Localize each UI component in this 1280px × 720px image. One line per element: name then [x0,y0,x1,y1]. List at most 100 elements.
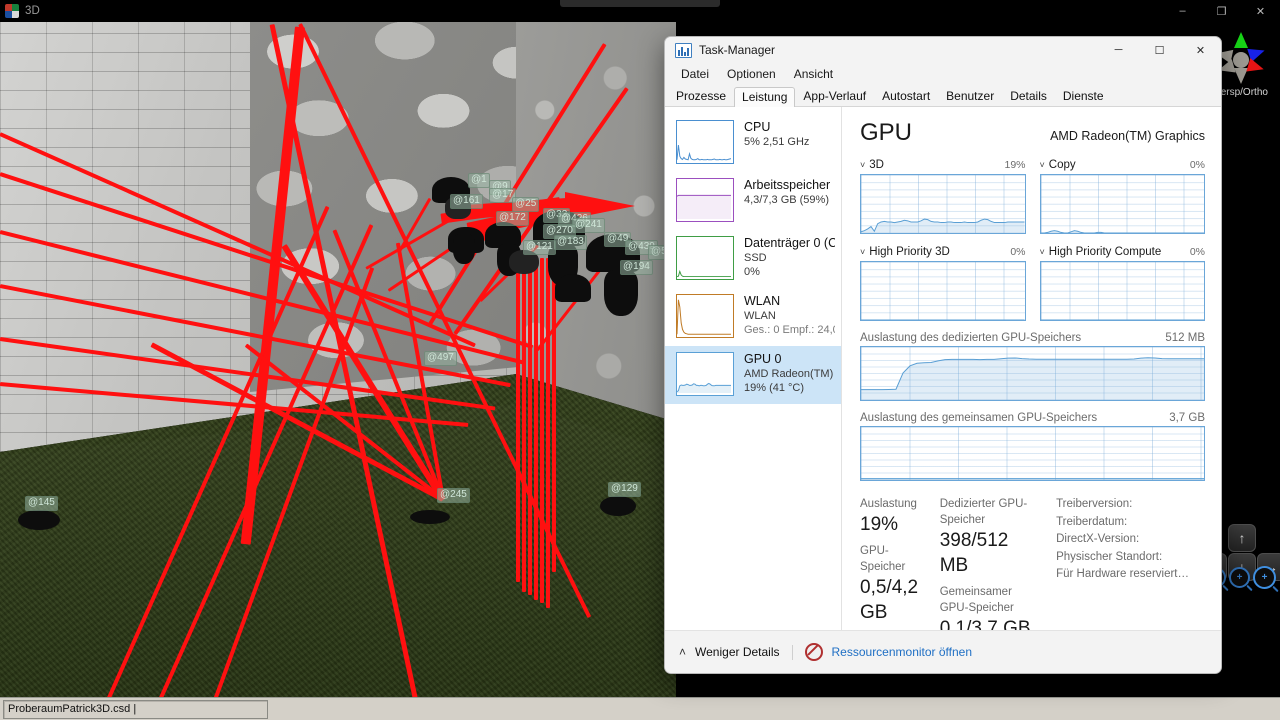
chevron-down-icon[interactable]: ˅ [860,160,865,170]
task-manager-titlebar[interactable]: Task-Manager ─ ☐ ✕ [665,37,1221,63]
engine-value: 0% [1010,246,1026,258]
tab-prozesse[interactable]: Prozesse [668,86,734,106]
scene-object-label: @172 [496,211,529,226]
task-manager-title: Task-Manager [699,43,776,57]
axis-gizmo-icon[interactable] [1214,30,1267,86]
sidebar-item-sublabel: 0% [744,266,760,278]
dedicated-memory-section: Auslastung des dedizierten GPU-Speichers… [860,332,1205,401]
engine-graph-high-priority-3d [860,261,1026,321]
dedicated-memory-graph [860,346,1205,401]
app-3d-minimize-button[interactable]: – [1163,0,1202,22]
task-manager-body: CPU 5% 2,51 GHz Arbeitsspeicher 4,3/7,3 GB … [665,107,1221,632]
sidebar-item-label: GPU 0 [744,352,782,366]
task-manager-menubar[interactable]: Datei Optionen Ansicht [665,63,1221,85]
task-manager-maximize-button[interactable]: ☐ [1139,37,1180,63]
sidebar-thumbnail-graph [676,352,734,396]
open-resource-monitor-link[interactable]: Ressourcenmonitor öffnen [832,645,973,659]
task-manager-minimize-button[interactable]: ─ [1098,37,1139,63]
engine-value: 19% [1004,159,1026,171]
tab-details[interactable]: Details [1002,86,1055,106]
engine-graph-high-priority-compute [1039,261,1205,321]
laser-ray [528,260,532,595]
tab-benutzer[interactable]: Benutzer [938,86,1002,106]
scene-object[interactable] [604,270,638,316]
engine-cell-high-priority-3d[interactable]: ˅ High Priority 3D 0% [860,246,1026,321]
sidebar-item-text: WLAN WLAN Ges.: 0 Empf.: 24,0 KBit/ [744,294,835,337]
task-manager-close-button[interactable]: ✕ [1180,37,1221,63]
sidebar-thumbnail-graph [676,294,734,338]
engine-graph-3d [860,174,1026,234]
engine-graph-copy [1039,174,1205,234]
scene-object-label: @129 [608,482,641,497]
stat-value: 398/512 MB [939,530,1009,576]
gpu-stats: Auslastung 19% GPU-Speicher 0,5/4,2 GB D… [860,496,1205,632]
stats-column-2: Dedizierter GPU-Speicher 398/512 MB Geme… [940,496,1056,632]
scene-object[interactable] [410,510,450,524]
scene-object-label: @194 [620,260,653,275]
stat-label: Auslastung [860,498,917,510]
tab-leistung[interactable]: Leistung [734,87,796,107]
shared-memory-graph [860,426,1205,481]
app-3d-title: 3D [25,5,40,17]
scene-object-label: @245 [437,488,470,503]
zoom-fit-button[interactable]: + [1253,565,1276,589]
engine-label: High Priority Compute [1048,246,1162,258]
scene-object[interactable] [555,274,591,302]
sidebar-item-sublabel: 4,3/7,3 GB (59%) [744,194,829,206]
performance-sidebar[interactable]: CPU 5% 2,51 GHz Arbeitsspeicher 4,3/7,3 GB … [665,107,842,632]
sidebar-item-arbeitsspeicher[interactable]: Arbeitsspeicher 4,3/7,3 GB (59%) [665,172,841,230]
statusbar-file-field: ProberaumPatrick3D.csd | [3,699,268,719]
app-3d-maximize-button[interactable]: ❐ [1202,0,1241,22]
gpu-info-label: Treiberversion: [1056,498,1133,510]
engine-label: High Priority 3D [869,246,950,258]
sidebar-item-text: CPU 5% 2,51 GHz [744,120,809,149]
scene-object-label: @161 [450,194,483,209]
stat-label: Gemeinsamer GPU-Speicher [939,586,1014,614]
tab-autostart[interactable]: Autostart [874,86,938,106]
chevron-up-icon[interactable]: ˄ [679,645,686,659]
task-manager-footer[interactable]: ˄ Weniger Details Ressourcenmonitor öffn… [665,630,1221,673]
sidebar-item-gpu-0[interactable]: GPU 0 AMD Radeon(TM) Gr… 19% (41 °C) [665,346,841,404]
laser-ray [546,258,550,608]
sidebar-item-sublabel: WLAN [744,310,776,322]
scene-object-label: @121 [523,240,556,255]
engine-label: Copy [1048,159,1076,171]
sidebar-item-datentr-ger-0-c-[interactable]: Datenträger 0 (C:) SSD 0% [665,230,841,288]
stats-column-1: Auslastung 19% GPU-Speicher 0,5/4,2 GB [860,496,940,632]
tab-dienste[interactable]: Dienste [1055,86,1112,106]
scene-object[interactable] [600,496,636,516]
sidebar-item-wlan[interactable]: WLAN WLAN Ges.: 0 Empf.: 24,0 KBit/ [665,288,841,346]
chevron-down-icon[interactable]: ˅ [1040,247,1045,257]
task-manager-tabs[interactable]: Prozesse Leistung App-Verlauf Autostart Benu… [665,85,1221,107]
tab-app-verlauf[interactable]: App-Verlauf [795,86,874,106]
menu-item-ansicht[interactable]: Ansicht [786,65,841,83]
gpu-info-label: Für Hardware reserviert… [1056,568,1189,580]
laser-ray [540,258,544,603]
engine-cell-3d[interactable]: ˅ 3D 19% [860,159,1026,234]
scene-object[interactable] [453,234,475,264]
zoom-in-button[interactable]: + [1229,566,1250,588]
gpu-header: GPU AMD Radeon(TM) Graphics [860,119,1205,147]
laser-ray [522,262,526,592]
chevron-down-icon[interactable]: ˅ [860,247,865,257]
menu-item-datei[interactable]: Datei [673,65,717,83]
chevron-down-icon[interactable]: ˅ [1040,160,1045,170]
footer-divider [791,644,793,660]
sidebar-item-cpu[interactable]: CPU 5% 2,51 GHz [665,114,841,172]
menu-item-optionen[interactable]: Optionen [719,65,784,83]
app-3d-close-button[interactable]: ✕ [1241,0,1280,22]
engine-cell-high-priority-compute[interactable]: ˅ High Priority Compute 0% [1039,246,1205,321]
scene-object[interactable] [18,510,60,530]
gpu-detail-panel: GPU AMD Radeon(TM) Graphics ˅ 3D 19% ˅ C… [842,107,1221,632]
task-manager-window[interactable]: Task-Manager ─ ☐ ✕ Datei Optionen Ansicht … [664,36,1222,674]
engine-cell-copy[interactable]: ˅ Copy 0% [1039,159,1205,234]
fewer-details-button[interactable]: Weniger Details [695,645,779,659]
engine-label: 3D [869,159,884,171]
nav-up-button[interactable]: ↑ [1228,524,1256,552]
engine-graphs-row-1: ˅ 3D 19% ˅ Copy 0% [860,159,1205,234]
engine-value: 0% [1189,159,1205,171]
sidebar-item-label: Arbeitsspeicher [744,178,831,192]
stat-label: Dedizierter GPU-Speicher [939,498,1028,526]
sidebar-item-sublabel: AMD Radeon(TM) Gr… [744,368,835,380]
app-3d-statusbar: ProberaumPatrick3D.csd | [0,697,1280,720]
